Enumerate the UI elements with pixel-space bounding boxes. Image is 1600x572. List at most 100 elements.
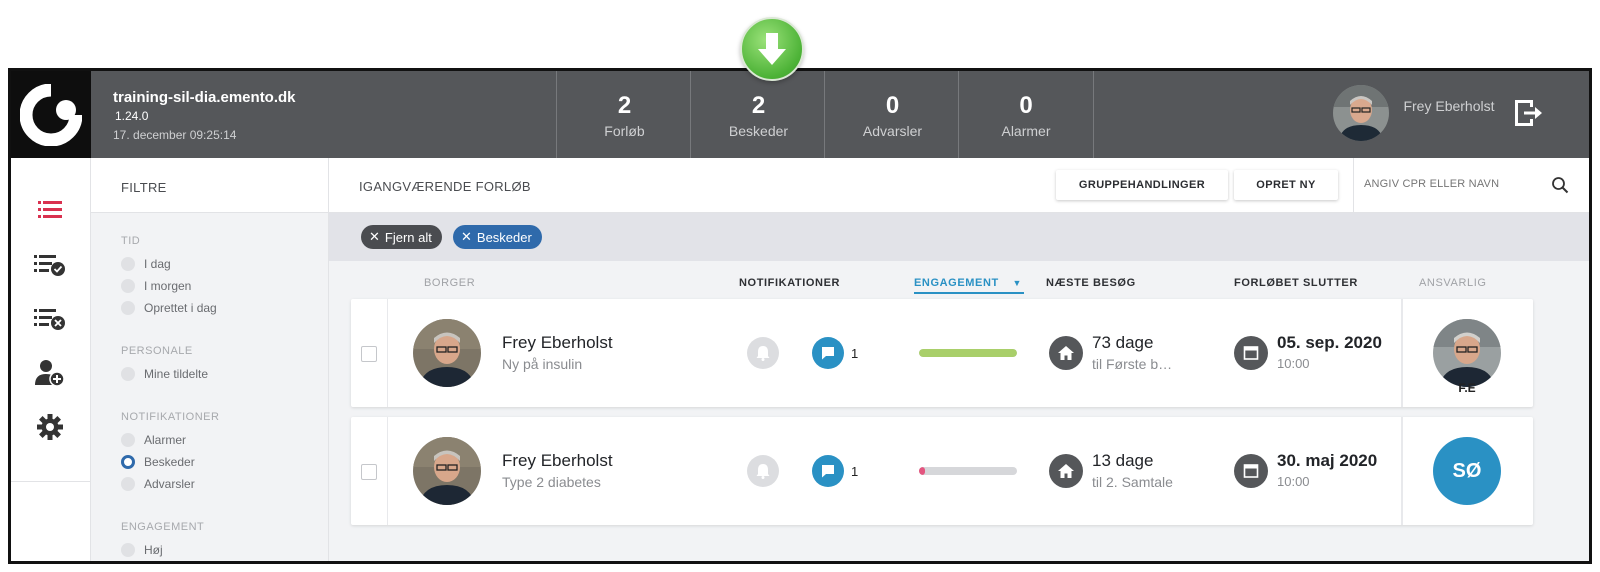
search-input[interactable] — [1364, 178, 1544, 190]
radio-button[interactable] — [121, 367, 135, 381]
nav-add-citizen[interactable] — [33, 358, 67, 388]
top-header: training-sil-dia.emento.dk 1.24.0 17. de… — [11, 71, 1589, 158]
column-header-next-visit[interactable]: NÆSTE BESØG — [1046, 277, 1136, 289]
logo-icon — [20, 83, 82, 146]
row-divider — [1401, 417, 1403, 525]
nav-cancelled[interactable] — [33, 304, 67, 334]
filter-group-title: ENGAGEMENT — [121, 521, 205, 533]
stat-beskeder[interactable]: 2 Beskeder — [690, 71, 826, 158]
row-checkbox[interactable] — [361, 464, 377, 480]
message-count: 1 — [851, 464, 859, 479]
engagement-fill — [919, 467, 925, 475]
list-cross-icon — [34, 309, 65, 330]
chip-label: Fjern alt — [384, 229, 432, 245]
message-notification[interactable] — [812, 455, 844, 487]
chat-bubble-icon — [822, 465, 834, 478]
close-icon: ✕ — [461, 229, 472, 244]
citizen-avatar[interactable] — [413, 319, 481, 387]
filter-created-today[interactable]: Oprettet i dag — [121, 297, 328, 319]
clear-all-chip[interactable]: ✕ Fjern alt — [361, 225, 442, 249]
arrow-down-icon — [758, 33, 786, 65]
person-photo-icon — [1433, 319, 1501, 387]
emento-logo[interactable] — [11, 71, 91, 158]
radio-button[interactable] — [121, 477, 135, 491]
end-time: 10:00 — [1277, 356, 1310, 371]
person-photo-icon — [413, 437, 481, 505]
stat-advarsler[interactable]: 0 Advarsler — [824, 71, 960, 158]
filter-messages[interactable]: Beskeder — [121, 451, 328, 473]
column-header-ends[interactable]: FORLØBET SLUTTER — [1234, 277, 1358, 289]
alarm-notification[interactable] — [747, 455, 779, 487]
messages-filter-chip[interactable]: ✕ Beskeder — [453, 225, 542, 249]
nav-list[interactable] — [33, 195, 67, 225]
radio-button[interactable] — [121, 543, 135, 557]
stat-label: Beskeder — [728, 123, 789, 139]
stat-count: 0 — [1019, 92, 1033, 119]
search-icon[interactable] — [1551, 176, 1569, 194]
sort-desc-icon: ▼ — [1012, 278, 1023, 288]
stat-label: Forløb — [604, 123, 645, 139]
person-photo-icon — [413, 319, 481, 387]
stat-alarmer[interactable]: 0 Alarmer — [958, 71, 1094, 158]
row-checkbox[interactable] — [361, 346, 377, 362]
end-date: 05. sep. 2020 — [1277, 333, 1382, 352]
logout-button[interactable] — [1511, 97, 1543, 129]
column-header-citizen[interactable]: BORGER — [424, 277, 475, 289]
table-row[interactable]: Frey Eberholst Ny på insulin 1 73 dage t… — [351, 299, 1533, 407]
filter-label: Oprettet i dag — [144, 301, 217, 315]
alarm-notification[interactable] — [747, 337, 779, 369]
filter-alarms[interactable]: Alarmer — [121, 429, 328, 451]
message-notification[interactable] — [812, 337, 844, 369]
stat-forloeb[interactable]: 2 Forløb — [556, 71, 692, 158]
search-box — [1353, 158, 1589, 213]
table-row[interactable]: Frey Eberholst Type 2 diabetes 1 13 dage… — [351, 417, 1533, 525]
gear-icon — [37, 414, 63, 440]
stat-count: 2 — [617, 92, 632, 119]
user-avatar[interactable] — [1333, 85, 1389, 141]
side-nav — [11, 158, 91, 561]
user-name[interactable]: Frey Eberholst — [1399, 98, 1499, 114]
filter-my-assigned[interactable]: Mine tildelte — [121, 363, 328, 385]
filter-today[interactable]: I dag — [121, 253, 328, 275]
citizen-course: Type 2 diabetes — [502, 474, 601, 490]
responsible-avatar[interactable] — [1433, 319, 1501, 387]
person-photo-icon — [1333, 85, 1389, 141]
citizen-name[interactable]: Frey Eberholst — [502, 451, 613, 471]
create-new-button[interactable]: OPRET NY — [1234, 170, 1338, 200]
end-time: 10:00 — [1277, 474, 1310, 489]
home-icon — [1058, 346, 1074, 360]
radio-button[interactable] — [121, 257, 135, 271]
group-actions-button[interactable]: GRUPPEHANDLINGER — [1056, 170, 1228, 200]
column-header-notifications[interactable]: NOTIFIKATIONER — [739, 277, 840, 289]
nav-completed[interactable] — [33, 250, 67, 280]
filter-group-title: NOTIFIKATIONER — [121, 411, 220, 423]
radio-button[interactable] — [121, 279, 135, 293]
column-header-responsible[interactable]: ANSVARLIG — [1419, 277, 1487, 289]
citizen-avatar[interactable] — [413, 437, 481, 505]
filter-label: Mine tildelte — [144, 367, 209, 381]
bell-icon — [756, 464, 770, 479]
filter-tomorrow[interactable]: I morgen — [121, 275, 328, 297]
stat-label: Advarsler — [862, 123, 923, 139]
radio-button-selected[interactable] — [121, 455, 135, 469]
main-content: IGANGVÆRENDE FORLØB GRUPPEHANDLINGER OPR… — [329, 158, 1589, 561]
home-visit-badge — [1049, 336, 1083, 370]
message-count: 1 — [851, 346, 859, 361]
radio-button[interactable] — [121, 433, 135, 447]
citizen-name[interactable]: Frey Eberholst — [502, 333, 613, 353]
app-datetime: 17. december 09:25:14 — [113, 128, 237, 142]
responsible-initials: F.E — [1458, 381, 1476, 395]
filter-label: Beskeder — [144, 455, 195, 469]
radio-button[interactable] — [121, 301, 135, 315]
filter-group-title: PERSONALE — [121, 345, 193, 357]
filter-group-title: TID — [121, 235, 141, 247]
filter-label: I dag — [144, 257, 171, 271]
filter-warnings[interactable]: Advarsler — [121, 473, 328, 495]
filter-engagement-high[interactable]: Høj — [121, 539, 328, 561]
nav-settings[interactable] — [33, 412, 67, 442]
close-icon: ✕ — [369, 229, 380, 244]
responsible-initials-badge[interactable]: SØ — [1433, 437, 1501, 505]
filter-label: Advarsler — [144, 477, 195, 491]
column-header-engagement[interactable]: ENGAGEMENT ▼ — [914, 277, 1022, 289]
page-title: IGANGVÆRENDE FORLØB — [359, 179, 531, 194]
